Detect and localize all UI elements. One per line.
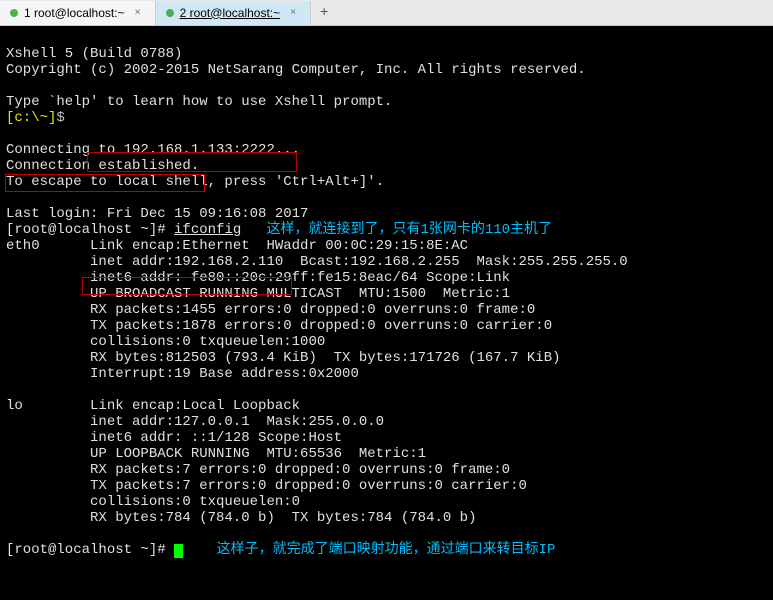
status-dot-icon bbox=[166, 9, 174, 17]
tab-bar: 1 root@localhost:~ × 2 root@localhost:~ … bbox=[0, 0, 773, 26]
eth0-line: inet6 addr: fe80::20c:29ff:fe15:8eac/64 … bbox=[6, 270, 510, 286]
lo-line: RX bytes:784 (784.0 b) TX bytes:784 (784… bbox=[6, 510, 476, 526]
help-text: Type `help' to learn how to use Xshell p… bbox=[6, 94, 392, 110]
eth0-line: collisions:0 txqueuelen:1000 bbox=[6, 334, 325, 350]
eth0-line: RX packets:1455 errors:0 dropped:0 overr… bbox=[6, 302, 535, 318]
lo-line: RX packets:7 errors:0 dropped:0 overruns… bbox=[6, 462, 510, 478]
annotation-1: 这样，就连接到了，只有1张网卡的110主机了 bbox=[241, 222, 552, 238]
status-dot-icon bbox=[10, 9, 18, 17]
lo-line: inet addr:127.0.0.1 Mask:255.0.0.0 bbox=[6, 414, 384, 430]
copyright-text: Copyright (c) 2002-2015 NetSarang Comput… bbox=[6, 62, 586, 78]
shell-prompt: [root@localhost ~]# bbox=[6, 222, 174, 238]
local-prompt-path: [c:\~] bbox=[6, 110, 56, 126]
lo-line: inet6 addr: ::1/128 Scope:Host bbox=[6, 430, 342, 446]
terminal-output[interactable]: Xshell 5 (Build 0788) Copyright (c) 2002… bbox=[0, 26, 773, 600]
close-icon[interactable]: × bbox=[286, 6, 300, 20]
cursor-icon bbox=[174, 544, 183, 558]
tab-label: 1 root@localhost:~ bbox=[24, 6, 125, 20]
command-text: ifconfig bbox=[174, 222, 241, 238]
eth0-line: UP BROADCAST RUNNING MULTICAST MTU:1500 … bbox=[6, 286, 510, 302]
lo-line: collisions:0 txqueuelen:0 bbox=[6, 494, 300, 510]
lo-line: UP LOOPBACK RUNNING MTU:65536 Metric:1 bbox=[6, 446, 426, 462]
close-icon[interactable]: × bbox=[131, 6, 145, 20]
last-login-text: Last login: Fri Dec 15 09:16:08 2017 bbox=[6, 206, 308, 222]
eth0-line: RX bytes:812503 (793.4 KiB) TX bytes:171… bbox=[6, 350, 561, 366]
shell-prompt: [root@localhost ~]# bbox=[6, 542, 174, 558]
tab-label: 2 root@localhost:~ bbox=[180, 6, 281, 20]
eth0-line: inet addr:192.168.2.110 Bcast:192.168.2.… bbox=[6, 254, 628, 270]
escape-text: To escape to local shell, press 'Ctrl+Al… bbox=[6, 174, 384, 190]
add-tab-button[interactable]: + bbox=[311, 1, 337, 25]
tab-2[interactable]: 2 root@localhost:~ × bbox=[156, 1, 312, 25]
eth0-line: TX packets:1878 errors:0 dropped:0 overr… bbox=[6, 318, 552, 334]
established-text: Connection established. bbox=[6, 158, 199, 174]
tab-1[interactable]: 1 root@localhost:~ × bbox=[0, 1, 156, 25]
eth0-line: Interrupt:19 Base address:0x2000 bbox=[6, 366, 359, 382]
connecting-text: Connecting to 192.168.1.133:2222... bbox=[6, 142, 300, 158]
app-title: Xshell 5 (Build 0788) bbox=[6, 46, 182, 62]
eth0-line: eth0 Link encap:Ethernet HWaddr 00:0C:29… bbox=[6, 238, 468, 254]
lo-line: lo Link encap:Local Loopback bbox=[6, 398, 300, 414]
local-prompt-dollar: $ bbox=[56, 110, 64, 126]
lo-line: TX packets:7 errors:0 dropped:0 overruns… bbox=[6, 478, 527, 494]
annotation-2: 这样子，就完成了端口映射功能，通过端口来转目标IP bbox=[183, 542, 555, 558]
